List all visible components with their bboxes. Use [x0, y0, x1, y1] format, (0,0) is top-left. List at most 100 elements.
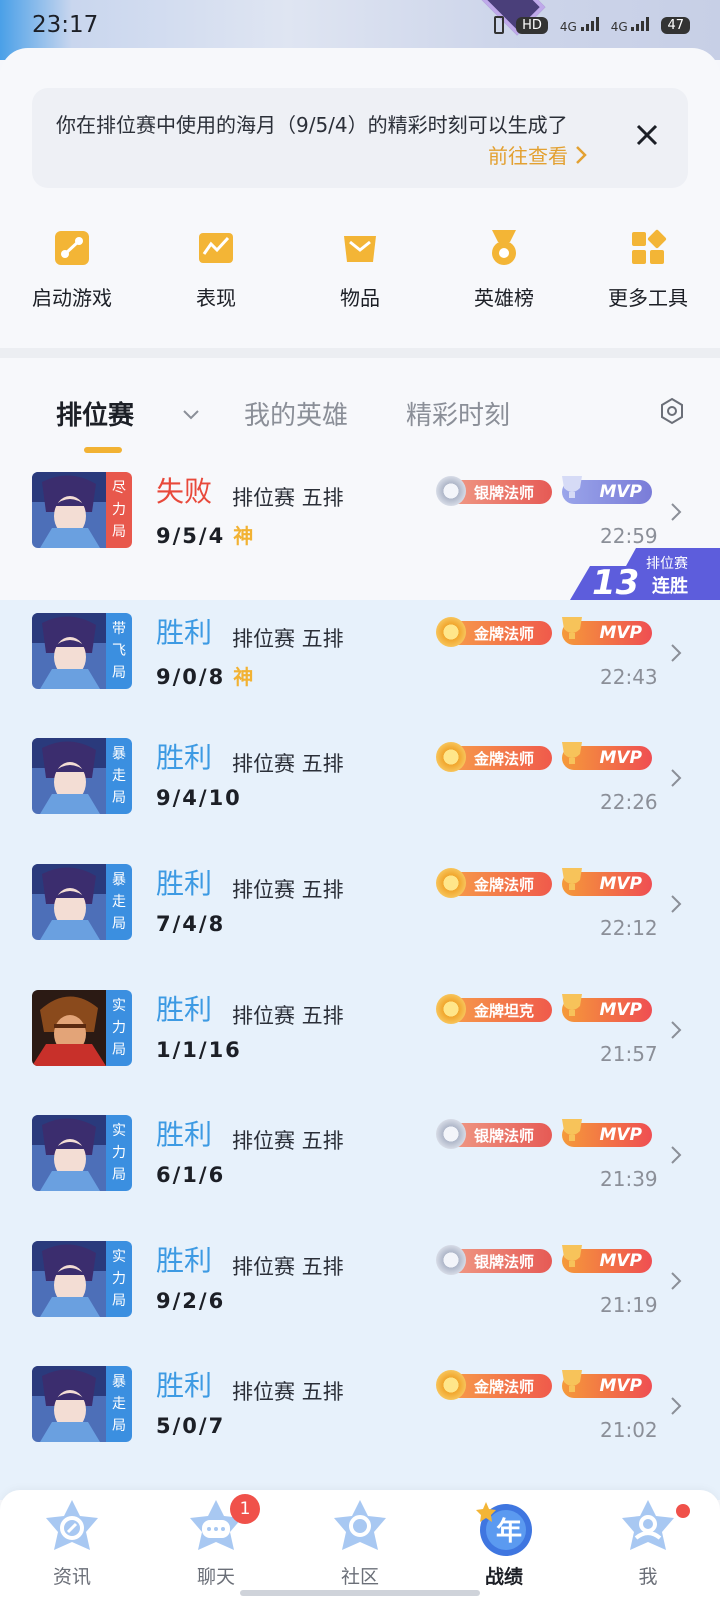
hero-portrait	[32, 613, 106, 689]
match-result: 胜利	[156, 1244, 213, 1277]
nav-records[interactable]: 年 战绩	[432, 1490, 576, 1600]
match-type-tag: 实力局	[106, 990, 132, 1066]
notice-link[interactable]: 前往查看	[488, 140, 588, 169]
mvp-badge: MVP	[562, 1370, 652, 1398]
trophy-icon	[562, 1370, 582, 1392]
match-row[interactable]: 暴走局胜利 排位赛 五排 7/4/8 金牌法师 MVP 22:12	[0, 864, 720, 989]
mvp-badge: MVP	[562, 994, 652, 1022]
tool-launch-game[interactable]: 启动游戏	[0, 228, 144, 318]
hd-icon: HD	[516, 16, 548, 34]
match-row[interactable]: 实力局胜利 排位赛 五排 1/1/16 金牌坦克 MVP 21:57	[0, 990, 720, 1115]
match-result: 胜利	[156, 1118, 213, 1151]
chevron-right-icon	[671, 503, 682, 521]
godlike-label: 神	[233, 665, 254, 689]
medal-badge: 金牌法师	[436, 742, 552, 772]
mvp-badge: MVP	[562, 742, 652, 770]
trophy-icon	[562, 1119, 582, 1141]
tool-label: 英雄榜	[474, 286, 534, 310]
close-icon[interactable]	[632, 120, 662, 150]
tool-bar: 启动游戏 表现 物品 英雄榜 更多工具	[0, 228, 720, 318]
medal-badge: 金牌法师	[436, 1370, 552, 1400]
tool-label: 表现	[196, 286, 236, 310]
match-type-tag: 暴走局	[106, 738, 132, 814]
medal-icon	[436, 1245, 466, 1275]
match-row[interactable]: 暴走局胜利 排位赛 五排 9/4/10 金牌法师 MVP 22:26	[0, 738, 720, 863]
notice-text: 你在排位赛中使用的海月（9/5/4）的精彩时刻可以生成了	[56, 113, 568, 137]
match-kda: 6/1/6	[156, 1163, 226, 1187]
signal-icon-2: 4G	[611, 16, 650, 34]
match-row[interactable]: 实力局胜利 排位赛 五排 9/2/6 银牌法师 MVP 21:19	[0, 1241, 720, 1366]
nav-news[interactable]: 资讯	[0, 1490, 144, 1600]
match-result: 胜利	[156, 867, 213, 900]
match-time: 21:39	[600, 1167, 658, 1191]
tool-more[interactable]: 更多工具	[576, 228, 720, 318]
match-time: 22:43	[600, 665, 658, 689]
medal-icon	[436, 742, 466, 772]
match-row[interactable]: 带飞局胜利 排位赛 五排 9/0/8 神 金牌法师 MVP 22:43	[0, 613, 720, 738]
chevron-down-icon[interactable]	[180, 403, 202, 425]
mvp-badge: MVP	[562, 617, 652, 645]
match-time: 22:26	[600, 790, 658, 814]
match-kda: 9/5/4 神	[156, 524, 254, 548]
record-tabs: 排位赛 我的英雄 精彩时刻	[0, 395, 720, 455]
tab-highlights[interactable]: 精彩时刻	[406, 395, 510, 432]
nav-community[interactable]: 社区	[288, 1490, 432, 1600]
tool-performance[interactable]: 表现	[144, 228, 288, 318]
match-type-tag: 尽力局	[106, 472, 132, 548]
trophy-icon	[562, 1245, 582, 1267]
trophy-icon	[562, 994, 582, 1016]
trophy-icon	[562, 868, 582, 890]
streak-label-bottom: 连胜	[652, 575, 688, 597]
chevron-right-icon	[671, 769, 682, 787]
community-icon	[334, 1500, 386, 1550]
chevron-right-icon	[671, 644, 682, 662]
chevron-right-icon	[671, 1146, 682, 1164]
hero-avatar: 暴走局	[32, 864, 132, 940]
vibrate-icon	[494, 16, 505, 34]
nav-me[interactable]: 我	[576, 1490, 720, 1600]
hero-avatar: 尽力局	[32, 472, 132, 548]
match-kda: 1/1/16	[156, 1038, 242, 1062]
tab-active-indicator	[84, 447, 122, 453]
nav-chat[interactable]: 聊天 1	[144, 1490, 288, 1600]
match-mode: 排位赛 五排	[232, 878, 344, 902]
settings-icon[interactable]	[658, 397, 686, 425]
notice-link-label[interactable]: 前往查看	[488, 140, 568, 169]
medal-badge: 金牌法师	[436, 868, 552, 898]
hero-portrait	[32, 1115, 106, 1191]
match-kda: 7/4/8	[156, 912, 226, 936]
tab-my-heroes[interactable]: 我的英雄	[244, 395, 348, 432]
streak-label-top: 排位赛	[646, 556, 688, 572]
trophy-icon	[562, 476, 582, 498]
hero-avatar: 实力局	[32, 990, 132, 1066]
section-divider	[0, 348, 720, 358]
tool-label: 物品	[340, 286, 380, 310]
match-result: 胜利	[156, 741, 213, 774]
medal-icon	[436, 1370, 466, 1400]
mvp-badge: MVP	[562, 476, 652, 504]
tool-hero-ranking[interactable]: 英雄榜	[432, 228, 576, 318]
godlike-label: 神	[233, 524, 254, 548]
match-row[interactable]: 暴走局胜利 排位赛 五排 5/0/7 金牌法师 MVP 21:02	[0, 1366, 720, 1491]
nav-label: 我	[638, 1566, 658, 1588]
nav-label: 资讯	[52, 1566, 91, 1588]
medal-icon	[436, 476, 466, 506]
medal-icon	[436, 868, 466, 898]
match-row[interactable]: 实力局胜利 排位赛 五排 6/1/6 银牌法师 MVP 21:39	[0, 1115, 720, 1240]
match-type-tag: 实力局	[106, 1115, 132, 1191]
hero-avatar: 暴走局	[32, 1366, 132, 1442]
highlight-notice[interactable]: 你在排位赛中使用的海月（9/5/4）的精彩时刻可以生成了 前往查看	[32, 88, 688, 188]
hero-avatar: 实力局	[32, 1115, 132, 1191]
tab-ranked[interactable]: 排位赛	[56, 395, 134, 432]
hero-avatar: 带飞局	[32, 613, 132, 689]
medal-badge: 银牌法师	[436, 1119, 552, 1149]
match-time: 21:57	[600, 1042, 658, 1066]
battery-icon: 47	[661, 16, 690, 34]
match-time: 21:02	[600, 1418, 658, 1442]
chat-unread-badge: 1	[230, 1494, 260, 1524]
tool-items[interactable]: 物品	[288, 228, 432, 318]
nav-label: 聊天	[196, 1566, 235, 1588]
hero-avatar: 暴走局	[32, 738, 132, 814]
match-kda: 5/0/7	[156, 1414, 226, 1438]
medal-icon	[492, 230, 516, 265]
